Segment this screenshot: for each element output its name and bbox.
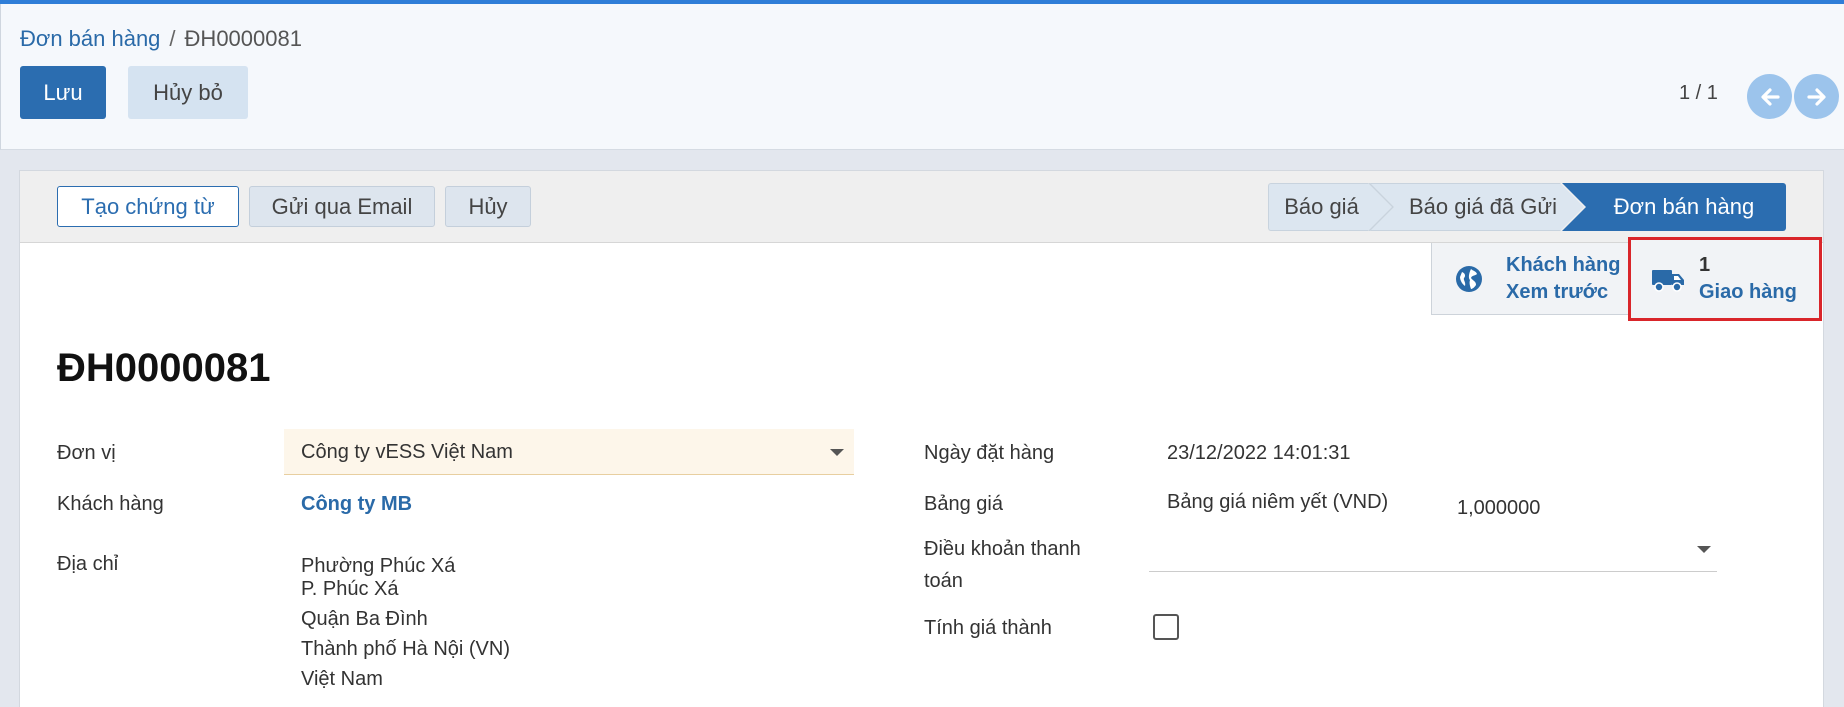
form-sheet: Tạo chứng từ Gửi qua Email Hủy Báo giá B…: [19, 170, 1824, 707]
chevron-down-icon: [1697, 546, 1711, 553]
send-email-button[interactable]: Gửi qua Email: [249, 186, 435, 227]
costing-label: Tính giá thành: [924, 617, 1052, 639]
stage-pipeline: Báo giá Báo giá đã Gửi Đơn bán hàng: [1268, 183, 1786, 231]
delivery-text: 1 Giao hàng: [1699, 252, 1797, 306]
pager-value[interactable]: 1 / 1: [1679, 82, 1718, 105]
address-line: Thành phố Hà Nội (VN): [301, 638, 510, 660]
breadcrumb-separator: /: [169, 26, 176, 51]
payment-terms-label-line1: Điều khoản thanh: [924, 538, 1081, 560]
truck-icon: [1652, 270, 1684, 292]
delivery-count: 1: [1699, 254, 1711, 276]
currency-rate-value: 1,000000: [1457, 497, 1541, 519]
unit-value: Công ty vESS Việt Nam: [301, 441, 513, 463]
address-label: Địa chỉ: [57, 553, 119, 575]
breadcrumb-parent-link[interactable]: Đơn bán hàng: [20, 26, 160, 51]
address-line: Việt Nam: [301, 668, 383, 690]
pager-next-button[interactable]: [1794, 74, 1839, 119]
smart-buttons: Khách hàng Xem trước 1 Giao hàng: [1431, 237, 1822, 321]
stage-divider: [1368, 183, 1394, 231]
document-title: ĐH0000081: [57, 346, 271, 390]
order-date-label: Ngày đặt hàng: [924, 442, 1055, 464]
address-line: P. Phúc Xá: [301, 578, 399, 600]
address-line: Phường Phúc Xá: [301, 555, 456, 577]
chevron-down-icon: [830, 449, 844, 456]
delivery-label: Giao hàng: [1699, 281, 1797, 303]
customer-preview-line1: Khách hàng: [1506, 253, 1621, 276]
status-bar: Tạo chứng từ Gửi qua Email Hủy Báo giá B…: [20, 171, 1823, 243]
pricelist-label: Bảng giá: [924, 493, 1003, 515]
arrow-left-icon: [1760, 87, 1780, 106]
cancel-order-button[interactable]: Hủy: [445, 186, 531, 227]
breadcrumb-current: ĐH0000081: [184, 26, 302, 51]
stage-sales-order[interactable]: Đơn bán hàng: [1562, 183, 1786, 231]
customer-preview-line2: Xem trước: [1506, 280, 1609, 303]
stage-quotation-sent[interactable]: Báo giá đã Gửi: [1370, 183, 1584, 231]
customer-link[interactable]: Công ty MB: [301, 493, 412, 516]
order-date-value[interactable]: 23/12/2022 14:01:31: [1167, 442, 1351, 465]
pricelist-value[interactable]: Bảng giá niêm yết (VND): [1167, 491, 1388, 514]
globe-icon: [1456, 265, 1482, 292]
breadcrumb: Đơn bán hàng / ĐH0000081: [20, 26, 302, 52]
unit-label: Đơn vị: [57, 442, 116, 464]
customer-label: Khách hàng: [57, 493, 164, 515]
control-panel: Đơn bán hàng / ĐH0000081 Lưu Hủy bỏ 1 / 1: [0, 4, 1844, 150]
customer-preview-text: Khách hàng Xem trước: [1506, 252, 1620, 306]
unit-select[interactable]: Công ty vESS Việt Nam: [284, 429, 854, 475]
costing-checkbox[interactable]: [1153, 614, 1179, 640]
delivery-button[interactable]: 1 Giao hàng: [1628, 237, 1822, 321]
pager-previous-button[interactable]: [1747, 74, 1792, 119]
address-line: Quận Ba Đình: [301, 608, 428, 630]
payment-terms-label-line2: toán: [924, 570, 963, 592]
arrow-right-icon: [1806, 87, 1826, 106]
payment-terms-select[interactable]: [1149, 526, 1717, 572]
create-voucher-button[interactable]: Tạo chứng từ: [57, 186, 239, 227]
customer-preview-button[interactable]: Khách hàng Xem trước: [1432, 243, 1627, 314]
discard-button[interactable]: Hủy bỏ: [128, 66, 248, 119]
save-button[interactable]: Lưu: [20, 66, 106, 119]
